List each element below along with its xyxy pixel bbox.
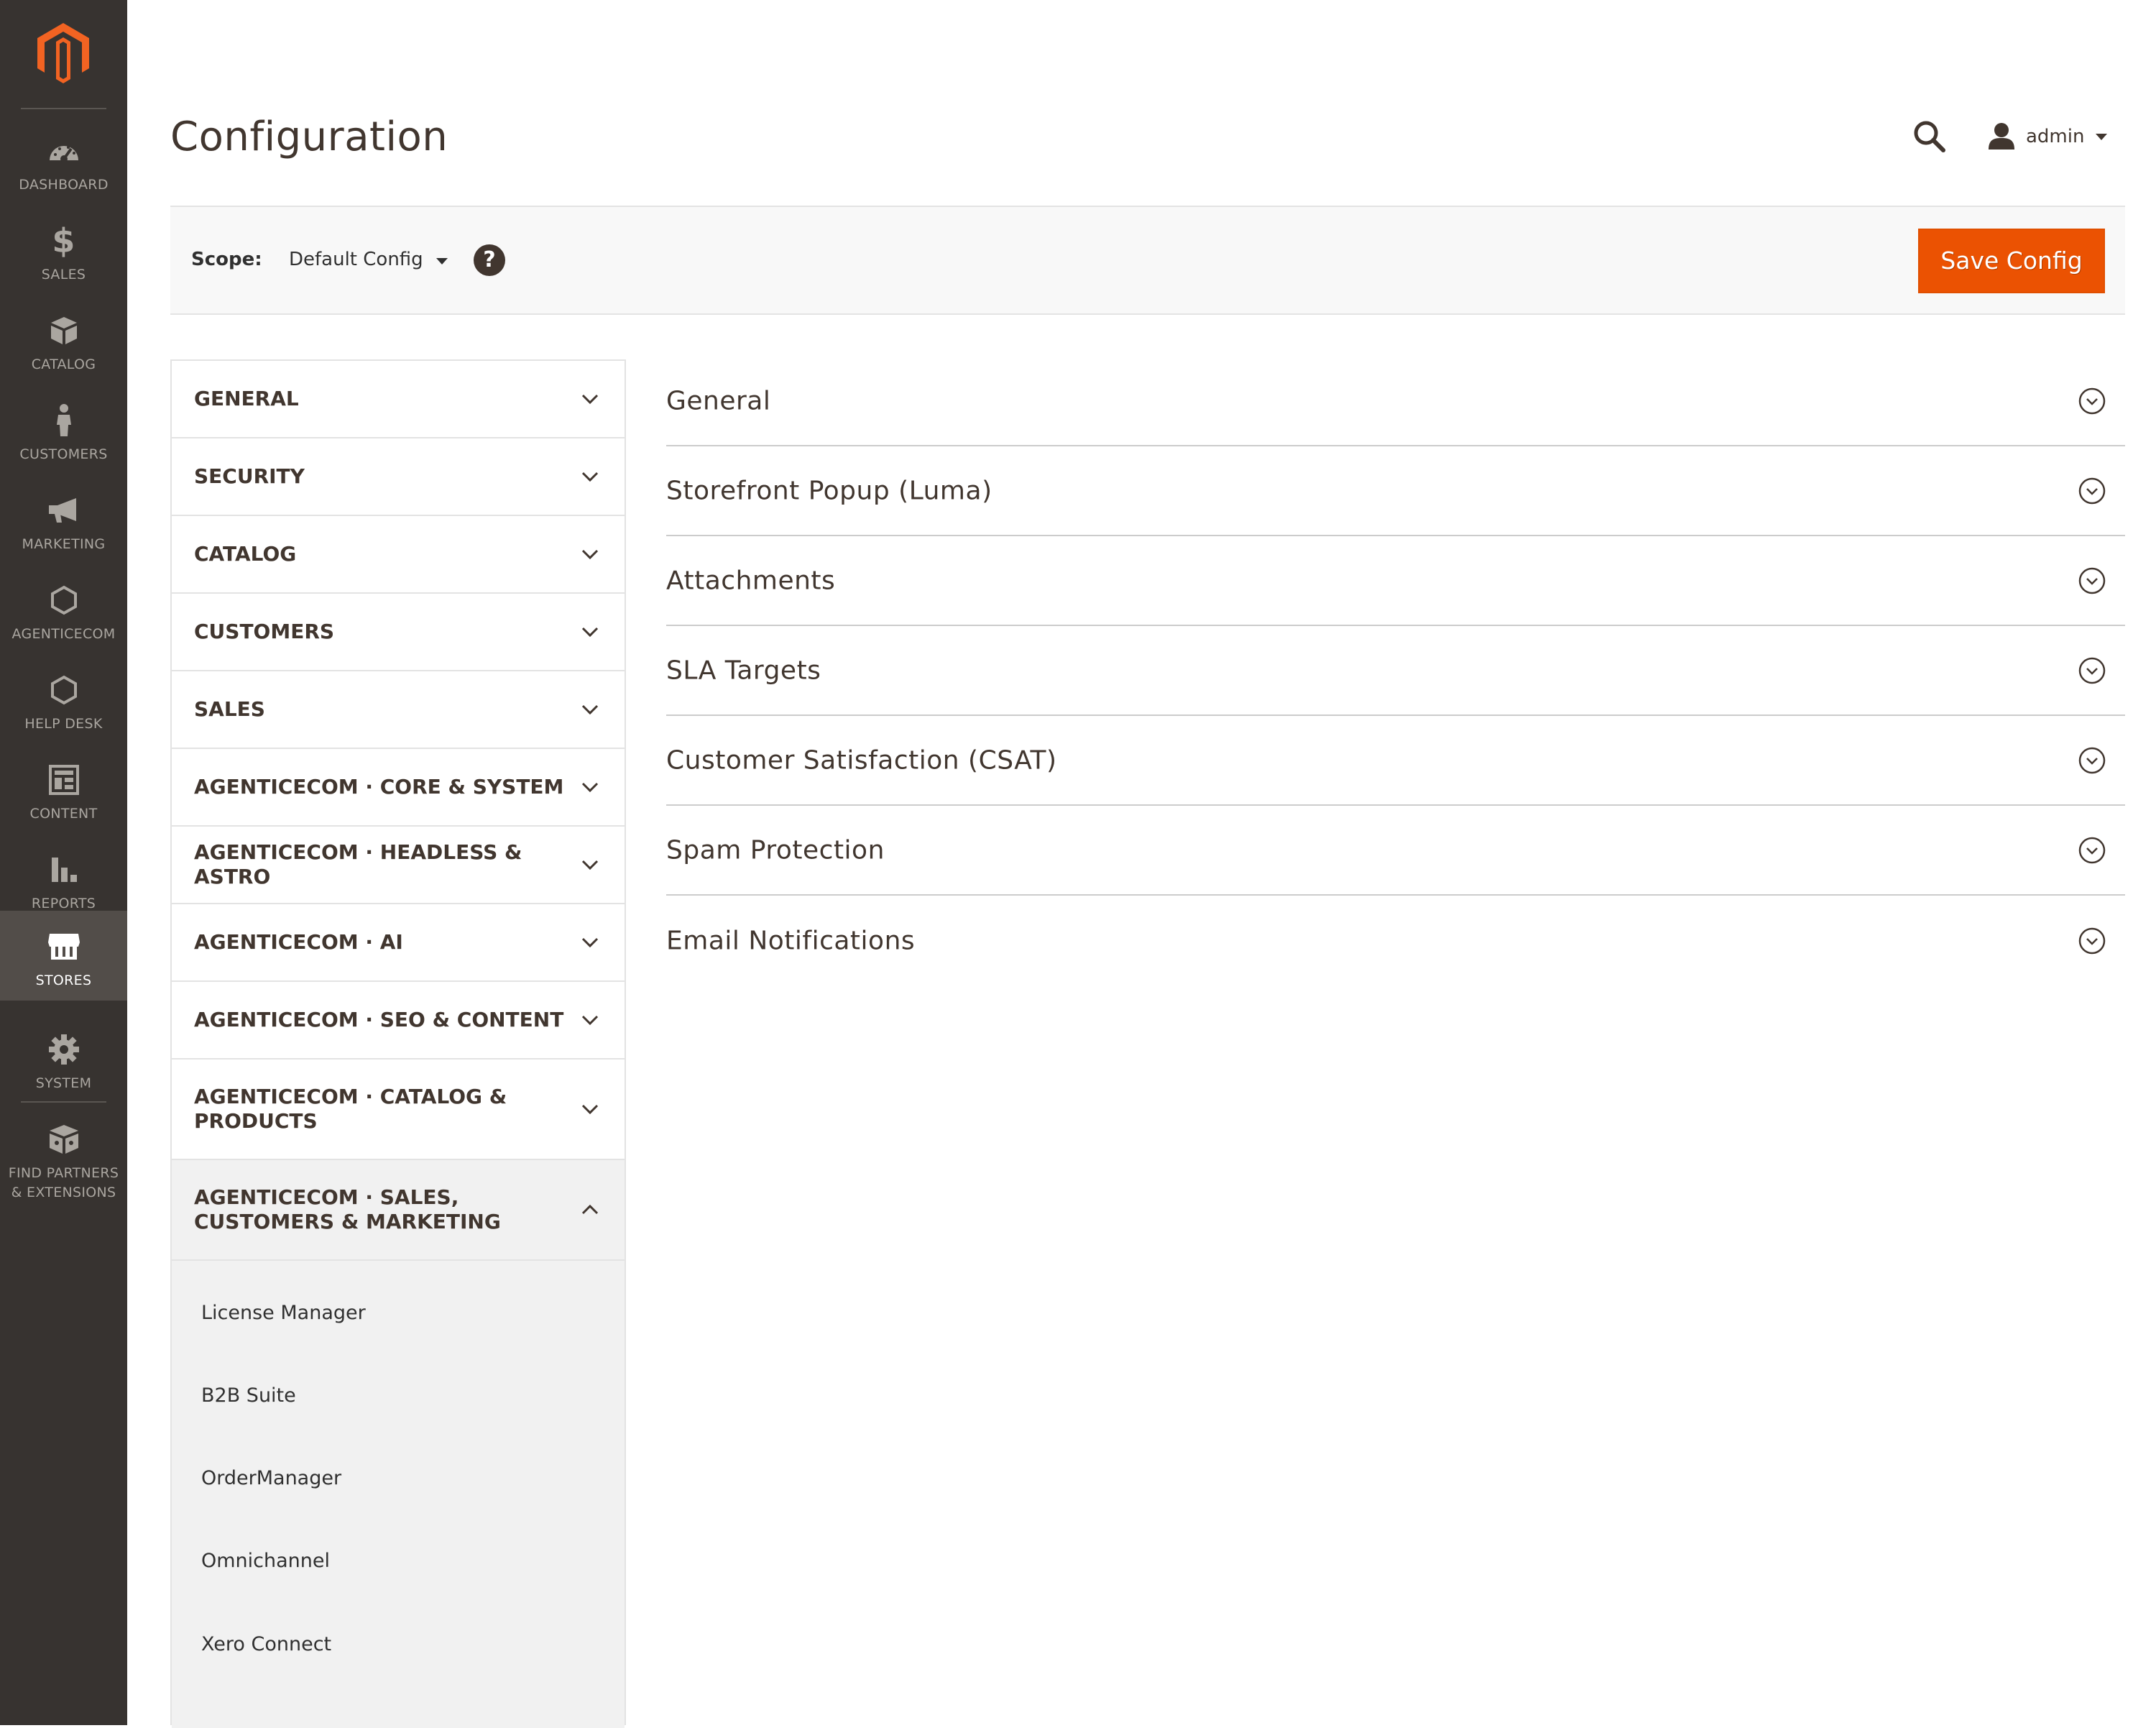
- nav-item-catalog[interactable]: Catalog: [0, 295, 127, 385]
- chevron-down-icon: [581, 704, 599, 715]
- scope-value: Default Config: [289, 249, 423, 270]
- sub-item-b2b-suite[interactable]: B2B Suite: [201, 1384, 296, 1407]
- section-attachments[interactable]: Attachments: [666, 536, 2125, 626]
- tab-agenticecom-catalog-products[interactable]: AgenticEcom · Catalog & Products: [172, 1060, 625, 1160]
- section-title: Attachments: [666, 566, 836, 595]
- admin-user-menu[interactable]: admin: [1987, 119, 2108, 155]
- expand-circle-icon: [2078, 567, 2106, 594]
- magento-logo[interactable]: [0, 0, 127, 109]
- tab-agenticecom-seo-content[interactable]: AgenticEcom · SEO & Content: [172, 982, 625, 1060]
- storefront-icon: [47, 934, 80, 960]
- scope-label: Scope:: [191, 249, 262, 270]
- help-icon[interactable]: ?: [474, 244, 505, 276]
- dollar-icon: $: [52, 221, 75, 260]
- admin-username: admin: [2026, 126, 2085, 147]
- tab-security[interactable]: Security: [172, 438, 625, 516]
- chevron-down-icon: [581, 627, 599, 638]
- puzzle-icon: [49, 1125, 78, 1154]
- chevron-down-icon: [581, 549, 599, 560]
- magento-logo-icon: [37, 23, 89, 83]
- sub-item-ordermanager[interactable]: OrderManager: [201, 1467, 341, 1489]
- expand-circle-icon: [2078, 927, 2106, 954]
- chevron-up-icon: [581, 1204, 599, 1215]
- section-csat[interactable]: Customer Satisfaction (CSAT): [666, 716, 2125, 806]
- chevron-down-icon: [436, 257, 448, 265]
- chevron-down-icon: [581, 860, 599, 870]
- person-icon: [56, 404, 71, 436]
- config-tabs-panel: General Security Catalog Customers Sales…: [170, 359, 626, 1728]
- nav-item-help-desk[interactable]: Help Desk: [0, 654, 127, 744]
- expand-circle-icon: [2078, 387, 2106, 414]
- expand-circle-icon: [2078, 747, 2106, 773]
- nav-item-dashboard[interactable]: Dashboard: [0, 115, 127, 205]
- page-title: Configuration: [170, 114, 448, 160]
- tab-agenticecom-sales-customers-marketing[interactable]: AgenticEcom · Sales, Customers & Marketi…: [172, 1160, 625, 1261]
- nav-divider: [21, 108, 106, 109]
- expand-circle-icon: [2078, 837, 2106, 863]
- hexagon-icon: [50, 675, 77, 705]
- chevron-down-icon: [581, 472, 599, 482]
- tab-agenticecom-core-system[interactable]: AgenticEcom · Core & System: [172, 749, 625, 827]
- nav-item-agenticecom[interactable]: AgenticEcom: [0, 564, 127, 654]
- expand-circle-icon: [2078, 477, 2106, 504]
- nav-divider: [21, 1101, 106, 1103]
- section-general[interactable]: General: [666, 357, 2125, 446]
- scope-bar: Scope: Default Config ? Save Config: [170, 206, 2125, 315]
- nav-item-find-partners[interactable]: Find Partners & Extensions: [0, 1103, 127, 1211]
- section-title: Email Notifications: [666, 926, 916, 955]
- nav-item-sales[interactable]: $ Sales: [0, 205, 127, 295]
- hexagon-icon: [50, 585, 77, 615]
- chevron-down-icon: [2096, 133, 2108, 140]
- chevron-down-icon: [581, 782, 599, 793]
- chevron-down-icon: [581, 394, 599, 405]
- chevron-down-icon: [581, 937, 599, 948]
- section-sla-targets[interactable]: SLA Targets: [666, 626, 2125, 716]
- nav-item-customers[interactable]: Customers: [0, 385, 127, 474]
- nav-item-stores[interactable]: Stores: [0, 911, 127, 1001]
- box-icon: [50, 317, 77, 344]
- section-storefront-popup[interactable]: Storefront Popup (Luma): [666, 446, 2125, 536]
- layout-icon: [48, 765, 79, 795]
- tab-agenticecom-headless-astro[interactable]: AgenticEcom · Headless & Astro: [172, 827, 625, 904]
- nav-item-system[interactable]: System: [0, 1014, 127, 1103]
- tab-customers[interactable]: Customers: [172, 594, 625, 671]
- sub-item-license-manager[interactable]: License Manager: [201, 1302, 366, 1324]
- tab-catalog[interactable]: Catalog: [172, 516, 625, 594]
- tab-sales[interactable]: Sales: [172, 671, 625, 749]
- search-icon: [1914, 121, 1945, 152]
- expand-circle-icon: [2078, 657, 2106, 684]
- chevron-down-icon: [581, 1015, 599, 1026]
- tab-agenticecom-ai[interactable]: AgenticEcom · AI: [172, 904, 625, 982]
- tab-sub-items: License Manager B2B Suite OrderManager O…: [172, 1261, 625, 1728]
- tab-general[interactable]: General: [172, 361, 625, 438]
- nav-item-marketing[interactable]: Marketing: [0, 474, 127, 564]
- nav-item-content[interactable]: Content: [0, 744, 127, 834]
- bar-chart-icon: [51, 858, 77, 882]
- section-title: SLA Targets: [666, 656, 821, 685]
- section-title: Spam Protection: [666, 835, 885, 865]
- gear-icon: [48, 1034, 79, 1065]
- global-search-button[interactable]: [1912, 119, 1948, 155]
- chevron-down-icon: [581, 1104, 599, 1115]
- admin-nav: Dashboard $ Sales Catalog Customers Mark…: [0, 0, 127, 1725]
- section-spam-protection[interactable]: Spam Protection: [666, 806, 2125, 896]
- megaphone-icon: [48, 498, 76, 523]
- sub-item-xero-connect[interactable]: Xero Connect: [201, 1633, 331, 1655]
- save-config-button[interactable]: Save Config: [1918, 229, 2105, 293]
- dashboard-icon: [49, 146, 78, 162]
- section-title: Customer Satisfaction (CSAT): [666, 745, 1057, 775]
- section-email-notifications[interactable]: Email Notifications: [666, 896, 2125, 985]
- user-icon: [1989, 123, 2014, 150]
- section-title: Storefront Popup (Luma): [666, 476, 992, 505]
- scope-switcher[interactable]: Default Config: [289, 249, 448, 270]
- sub-item-omnichannel[interactable]: Omnichannel: [201, 1550, 330, 1572]
- section-title: General: [666, 386, 771, 415]
